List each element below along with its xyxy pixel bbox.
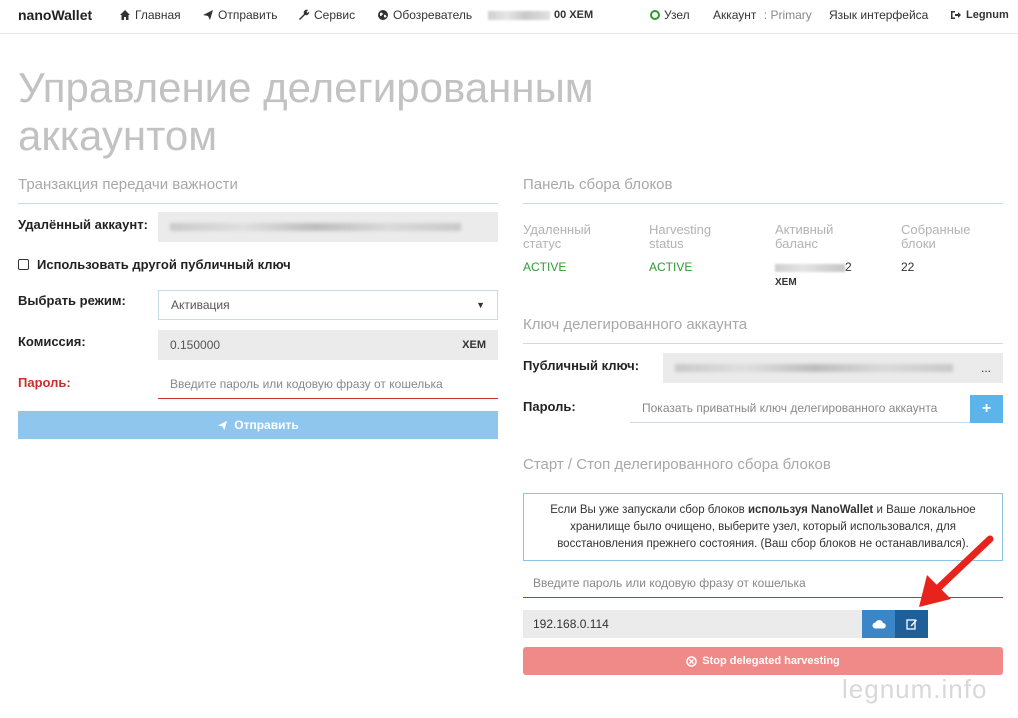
use-other-key-checkbox[interactable]: Использовать другой публичный ключ: [18, 257, 291, 272]
nav-language[interactable]: Язык интерфейса: [829, 0, 928, 30]
node-status-icon: [650, 10, 660, 20]
public-key-field: ...: [663, 353, 1003, 383]
section-heading-delegated-key: Ключ делегированного аккаунта: [523, 316, 1003, 344]
caret-down-icon: ▼: [476, 300, 485, 310]
info-text-bold: используя NanoWallet: [747, 504, 874, 516]
cloud-icon: [872, 620, 886, 629]
nav-home[interactable]: Главная: [119, 0, 181, 30]
stop-harvesting-label: Stop delegated harvesting: [702, 655, 840, 667]
balance-suffix: 00 XEM: [554, 9, 594, 21]
stat-remote-status-value: ACTIVE: [523, 260, 567, 274]
top-navbar: nanoWallet Главная Отправить Сервис Обоз…: [0, 0, 1018, 34]
stat-remote-status-header: Удаленный статус: [523, 222, 591, 251]
nav-services-label: Сервис: [314, 8, 356, 22]
nav-send-label: Отправить: [218, 8, 278, 22]
page-title: Управление делегированным аккаунтом: [18, 64, 594, 159]
section-heading-start-stop: Старт / Стоп делегированного сбора блоко…: [523, 456, 831, 473]
wallet-password-placeholder: Введите пароль или кодовую фразу от коше…: [533, 575, 806, 590]
nav-account-label: Аккаунт: [713, 8, 757, 22]
nav-account[interactable]: Аккаунт : Primary: [713, 0, 812, 30]
public-key-label: Публичный ключ:: [523, 358, 640, 373]
nav-node[interactable]: Узел: [650, 0, 690, 30]
send-button[interactable]: Отправить: [18, 411, 498, 439]
public-key-redacted: [675, 364, 954, 372]
delegated-password-label: Пароль:: [523, 399, 576, 414]
password-placeholder: Введите пароль или кодовую фразу от коше…: [170, 376, 443, 391]
public-key-ellipsis: ...: [980, 361, 991, 375]
node-select-field[interactable]: 192.168.0.114: [523, 610, 862, 638]
show-private-key-button[interactable]: +: [970, 395, 1003, 423]
send-button-label: Отправить: [234, 418, 299, 432]
stat-harvested-blocks-value: 22: [901, 260, 915, 274]
paper-plane-icon: [218, 420, 228, 430]
stat-harvesting-status-value: ACTIVE: [649, 260, 693, 274]
nav-explorer-label: Обозреватель: [393, 8, 473, 22]
cloud-button[interactable]: [862, 610, 895, 638]
nav-account-value: Primary: [770, 8, 812, 22]
section-heading-harvesting-panel: Панель сбора блоков: [523, 176, 1003, 204]
nav-home-label: Главная: [135, 8, 181, 22]
remote-account-label: Удалённый аккаунт:: [18, 217, 148, 232]
active-balance-redacted: [775, 263, 845, 272]
fee-value: 0.150000: [170, 338, 221, 352]
nav-balance: 00 XEM: [488, 0, 593, 30]
globe-icon: [377, 9, 389, 21]
section-heading-importance-transfer: Транзакция передачи важности: [18, 176, 498, 204]
checkbox-icon[interactable]: [18, 259, 29, 270]
mode-select-value: Активация: [171, 298, 230, 312]
stat-harvesting-status-header: Harvesting status: [649, 222, 712, 251]
stat-active-balance-header: Активный баланс: [775, 222, 834, 251]
info-text-part1: Если Вы уже запускали сбор блоков: [550, 504, 748, 516]
password-label: Пароль:: [18, 375, 71, 390]
stat-active-balance-unit: XEM: [775, 277, 797, 288]
nav-account-sep: :: [760, 8, 771, 22]
edit-node-button[interactable]: [895, 610, 928, 638]
home-icon: [119, 9, 131, 21]
fee-field: 0.150000 XEM: [158, 330, 498, 360]
nav-logout[interactable]: Legnum: [950, 0, 1009, 30]
use-other-key-label: Использовать другой публичный ключ: [37, 257, 291, 272]
red-arrow-annotation: [919, 535, 994, 607]
node-value: 192.168.0.114: [533, 617, 609, 631]
stop-circle-icon: [686, 655, 698, 667]
nav-send[interactable]: Отправить: [202, 0, 278, 30]
stat-active-balance-value: 2: [775, 260, 852, 274]
nav-services[interactable]: Сервис: [298, 0, 355, 30]
edit-icon: [905, 619, 917, 630]
nav-explorer[interactable]: Обозреватель: [377, 0, 472, 30]
mode-select[interactable]: Активация ▼: [158, 290, 498, 320]
stop-harvesting-button[interactable]: Stop delegated harvesting: [523, 647, 1003, 675]
remote-account-redacted: [170, 223, 461, 231]
fee-unit: XEM: [462, 339, 486, 351]
fee-label: Комиссия:: [18, 334, 86, 349]
nav-node-label: Узел: [664, 8, 690, 22]
balance-redacted: [488, 10, 550, 20]
password-input[interactable]: Введите пароль или кодовую фразу от коше…: [158, 369, 498, 399]
mode-label: Выбрать режим:: [18, 293, 126, 308]
logout-icon: [950, 9, 962, 21]
paper-plane-icon: [202, 9, 214, 21]
wrench-icon: [298, 9, 310, 21]
watermark: legnum.info: [842, 674, 988, 704]
stat-harvested-blocks-header: Собранные блоки: [901, 222, 971, 251]
brand-logo[interactable]: nanoWallet: [18, 0, 92, 30]
remote-account-field[interactable]: [158, 212, 498, 242]
nav-logout-label: Legnum: [966, 9, 1009, 21]
show-private-key-input[interactable]: Показать приватный ключ делегированного …: [630, 393, 970, 423]
active-balance-suffix: 2: [845, 260, 852, 274]
show-private-key-placeholder: Показать приватный ключ делегированного …: [642, 400, 938, 415]
